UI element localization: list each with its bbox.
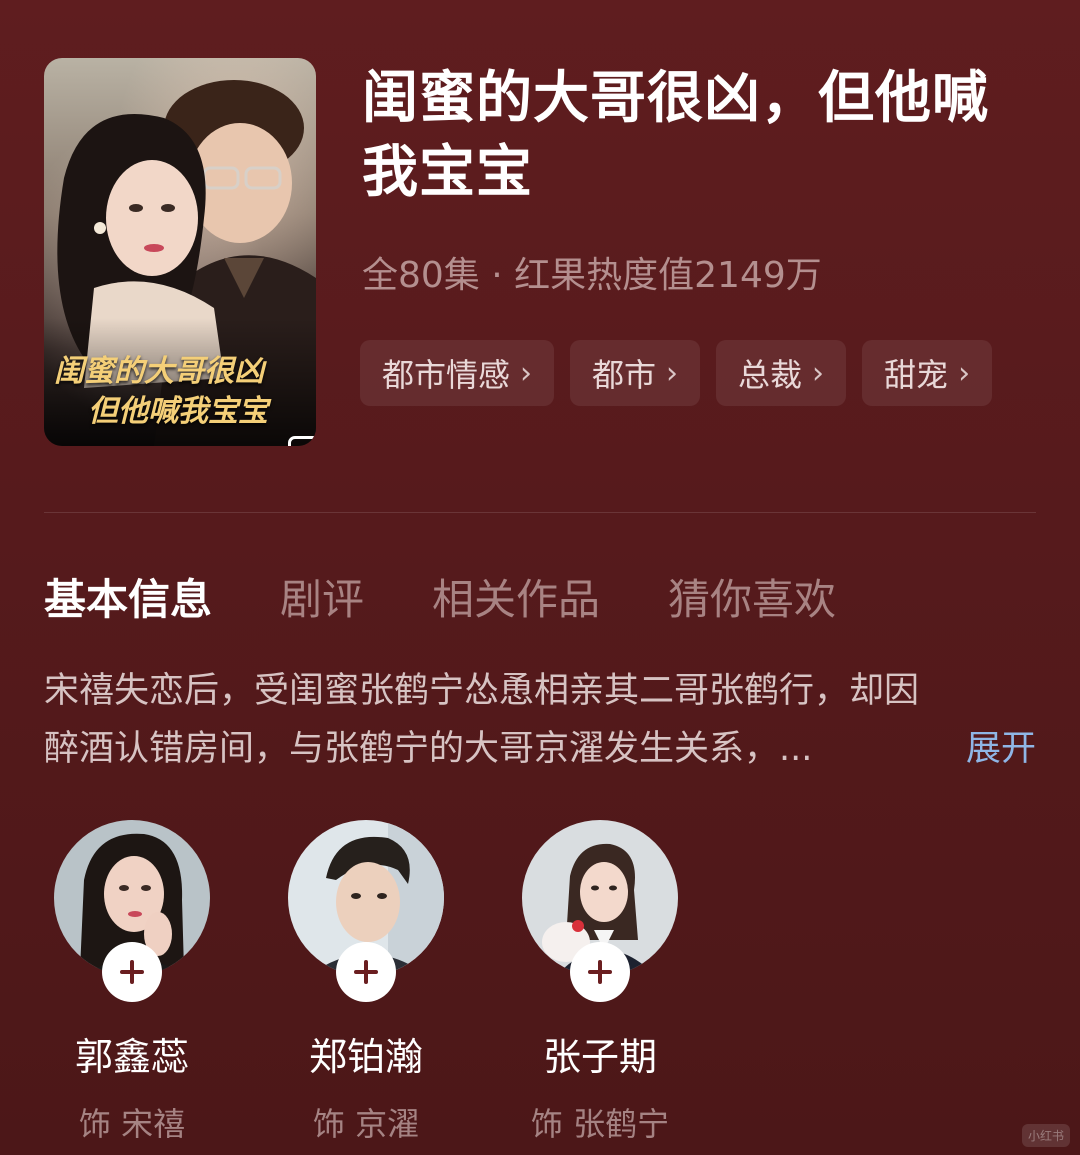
tag-sweet-romance[interactable]: 甜宠 › xyxy=(862,340,993,406)
cast-role: 饰 张鹤宁 xyxy=(530,1105,670,1143)
cast-name: 张子期 xyxy=(542,1035,657,1079)
tab-basic-info[interactable]: 基本信息 xyxy=(44,566,212,627)
poster-caption-line1: 闺蜜的大哥很凶 xyxy=(54,354,264,389)
drama-meta: 全80集 · 红果热度值2149万 xyxy=(362,255,822,296)
follow-button[interactable] xyxy=(570,942,630,1002)
synopsis-line-2: 醉酒认错房间，与张鹤宁的大哥京濯发生关系，... xyxy=(44,729,813,769)
drama-poster[interactable]: 闺蜜的大哥很凶 但他喊我宝宝 xyxy=(44,58,316,446)
plus-icon xyxy=(120,960,144,984)
section-divider xyxy=(44,512,1036,513)
chevron-right-icon: › xyxy=(666,355,679,391)
tag-ceo[interactable]: 总裁 › xyxy=(716,340,847,406)
tag-label: 总裁 xyxy=(738,356,803,394)
drama-title: 闺蜜的大哥很凶，但他喊我宝宝 xyxy=(362,66,989,205)
follow-button[interactable] xyxy=(336,942,396,1002)
tab-recommendations[interactable]: 猜你喜欢 xyxy=(668,566,836,627)
play-icon[interactable] xyxy=(288,436,316,446)
expand-link[interactable]: 展开 xyxy=(966,720,1036,778)
cast-item[interactable]: 郑铂瀚 饰 京濯 xyxy=(288,820,522,1145)
cast-name: 郭鑫蕊 xyxy=(74,1035,189,1079)
follow-button[interactable] xyxy=(102,942,162,1002)
cast-role: 饰 京濯 xyxy=(312,1105,420,1143)
cast-role: 饰 宋禧 xyxy=(78,1105,186,1143)
chevron-right-icon: › xyxy=(520,355,533,391)
poster-caption: 闺蜜的大哥很凶 但他喊我宝宝 xyxy=(54,352,308,432)
cast-item[interactable]: 张子期 饰 张鹤宁 xyxy=(522,820,756,1145)
tag-label: 甜宠 xyxy=(884,356,949,394)
cast-item[interactable]: 郭鑫蕊 饰 宋禧 xyxy=(54,820,288,1145)
tab-related-works[interactable]: 相关作品 xyxy=(432,566,600,627)
plus-icon xyxy=(354,960,378,984)
tag-urban-romance[interactable]: 都市情感 › xyxy=(360,340,555,406)
detail-tabs: 基本信息 剧评 相关作品 猜你喜欢 xyxy=(44,566,904,627)
watermark: 小红书 xyxy=(1021,1124,1070,1147)
cast-name: 郑铂瀚 xyxy=(308,1035,423,1079)
chevron-right-icon: › xyxy=(812,355,825,391)
chevron-right-icon: › xyxy=(958,355,971,391)
tag-label: 都市 xyxy=(592,356,657,394)
genre-tags: 都市情感 › 都市 › 总裁 › 甜宠 › xyxy=(360,340,993,406)
synopsis: 宋禧失恋后，受闺蜜张鹤宁怂恿相亲其二哥张鹤行，却因 醉酒认错房间，与张鹤宁的大哥… xyxy=(44,662,1036,778)
tag-urban[interactable]: 都市 › xyxy=(570,340,701,406)
tag-label: 都市情感 xyxy=(382,356,511,394)
cast-list: 郭鑫蕊 饰 宋禧 郑铂瀚 饰 京濯 张子期 饰 张鹤宁 xyxy=(54,820,756,1145)
plus-icon xyxy=(588,960,612,984)
tab-reviews[interactable]: 剧评 xyxy=(280,566,364,627)
poster-caption-line2: 但他喊我宝宝 xyxy=(88,394,268,429)
synopsis-line-1: 宋禧失恋后，受闺蜜张鹤宁怂恿相亲其二哥张鹤行，却因 xyxy=(44,671,920,711)
